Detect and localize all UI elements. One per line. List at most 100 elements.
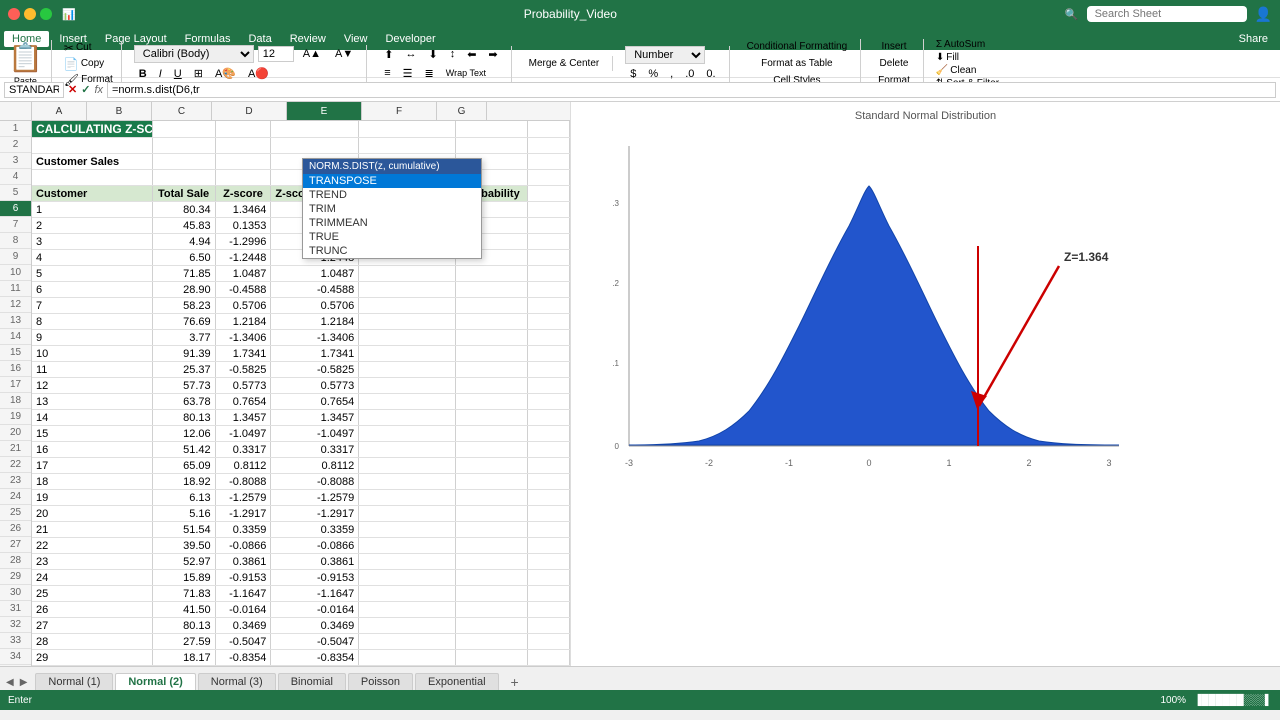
cell-a17[interactable]: 12 xyxy=(32,378,152,394)
cell-f12[interactable] xyxy=(456,298,528,314)
cell-g4[interactable] xyxy=(527,170,569,186)
cell-b6[interactable]: 80.34 xyxy=(152,202,215,218)
cell-e13[interactable] xyxy=(359,314,456,330)
tab-exponential[interactable]: Exponential xyxy=(415,673,499,690)
cell-g21[interactable] xyxy=(527,442,569,458)
wrap-text-button[interactable]: Wrap Text xyxy=(441,66,491,80)
font-color-button[interactable]: A🔴 xyxy=(243,65,274,82)
cell-f34[interactable] xyxy=(456,650,528,666)
cell-f35[interactable] xyxy=(456,666,528,667)
col-header-e[interactable]: E xyxy=(287,102,362,120)
cell-g32[interactable] xyxy=(527,618,569,634)
cell-d29[interactable]: -0.9153 xyxy=(271,570,359,586)
cell-d35[interactable]: 1.9038 xyxy=(271,666,359,667)
font-family-select[interactable]: Calibri (Body) xyxy=(134,45,254,63)
insert-cells-button[interactable]: Insert xyxy=(877,39,912,54)
tab-normal-2[interactable]: Normal (2) xyxy=(115,673,195,690)
cell-a11[interactable]: 6 xyxy=(32,282,152,298)
border-button[interactable]: ⊞ xyxy=(189,65,208,82)
cell-b20[interactable]: 12.06 xyxy=(152,426,215,442)
number-format-select[interactable]: Number xyxy=(625,46,705,64)
cell-b19[interactable]: 80.13 xyxy=(152,410,215,426)
cell-d15[interactable]: 1.7341 xyxy=(271,346,359,362)
tab-normal-1[interactable]: Normal (1) xyxy=(35,673,113,690)
cell-c6[interactable]: 1.3464 xyxy=(215,202,271,218)
cell-b7[interactable]: 45.83 xyxy=(152,218,215,234)
cell-d24[interactable]: -1.2579 xyxy=(271,490,359,506)
cell-c10[interactable]: 1.0487 xyxy=(215,266,271,282)
cell-g6[interactable] xyxy=(527,202,569,218)
cell-a6[interactable]: 1 xyxy=(32,202,152,218)
cell-a14[interactable]: 9 xyxy=(32,330,152,346)
increase-decimal-button[interactable]: .0 xyxy=(680,66,699,82)
percent-button[interactable]: $ xyxy=(625,66,641,82)
cell-f2[interactable] xyxy=(456,138,528,154)
cell-d18[interactable]: 0.7654 xyxy=(271,394,359,410)
cell-d32[interactable]: 0.3469 xyxy=(271,618,359,634)
cell-c11[interactable]: -0.4588 xyxy=(215,282,271,298)
cell-d34[interactable]: -0.8354 xyxy=(271,650,359,666)
cell-a2[interactable] xyxy=(32,138,152,154)
cell-b27[interactable]: 39.50 xyxy=(152,538,215,554)
cell-e33[interactable] xyxy=(359,634,456,650)
cell-e23[interactable] xyxy=(359,474,456,490)
cell-reference-box[interactable]: STANDAR... xyxy=(4,82,64,98)
cell-c22[interactable]: 0.8112 xyxy=(215,458,271,474)
cell-d20[interactable]: -1.0497 xyxy=(271,426,359,442)
zoom-slider[interactable]: ▐██████░░░▌ xyxy=(1194,695,1272,706)
formula-input[interactable]: =norm.s.dist(D6,tr xyxy=(107,82,1276,98)
paste-button[interactable]: 📋 xyxy=(8,41,43,74)
cell-b26[interactable]: 51.54 xyxy=(152,522,215,538)
cell-c8[interactable]: -1.2996 xyxy=(215,234,271,250)
cell-f1[interactable] xyxy=(456,121,528,138)
cell-g14[interactable] xyxy=(527,330,569,346)
cell-b12[interactable]: 58.23 xyxy=(152,298,215,314)
cell-f24[interactable] xyxy=(456,490,528,506)
cell-g19[interactable] xyxy=(527,410,569,426)
cell-f29[interactable] xyxy=(456,570,528,586)
cell-c24[interactable]: -1.2579 xyxy=(215,490,271,506)
cell-e28[interactable] xyxy=(359,554,456,570)
align-center-button[interactable]: ☰ xyxy=(398,65,418,82)
col-header-f[interactable]: F xyxy=(362,102,437,120)
cell-c14[interactable]: -1.3406 xyxy=(215,330,271,346)
autocomplete-item-trim[interactable]: TRIM xyxy=(303,202,481,216)
cell-g29[interactable] xyxy=(527,570,569,586)
align-middle-button[interactable]: ↔ xyxy=(400,46,421,63)
indent-increase-button[interactable]: ➡ xyxy=(483,46,502,63)
col-header-c[interactable]: C xyxy=(152,102,212,120)
indent-decrease-button[interactable]: ⬅ xyxy=(462,46,481,63)
cell-a21[interactable]: 16 xyxy=(32,442,152,458)
font-size-input[interactable] xyxy=(258,46,294,62)
cell-f17[interactable] xyxy=(456,378,528,394)
cell-a28[interactable]: 23 xyxy=(32,554,152,570)
cell-a35[interactable]: 30 xyxy=(32,666,152,667)
underline-button[interactable]: U xyxy=(169,66,187,82)
cell-e27[interactable] xyxy=(359,538,456,554)
cell-e25[interactable] xyxy=(359,506,456,522)
cell-c3[interactable] xyxy=(215,154,271,170)
cell-b31[interactable]: 41.50 xyxy=(152,602,215,618)
cell-d16[interactable]: -0.5825 xyxy=(271,362,359,378)
cell-g33[interactable] xyxy=(527,634,569,650)
cell-b28[interactable]: 52.97 xyxy=(152,554,215,570)
cell-g28[interactable] xyxy=(527,554,569,570)
autocomplete-dropdown[interactable]: NORM.S.DIST(z, cumulative) TRANSPOSE TRE… xyxy=(302,158,482,259)
cell-d13[interactable]: 1.2184 xyxy=(271,314,359,330)
conditional-formatting-button[interactable]: Conditional Formatting xyxy=(742,39,853,54)
cell-c7[interactable]: 0.1353 xyxy=(215,218,271,234)
cell-f13[interactable] xyxy=(456,314,528,330)
cell-e30[interactable] xyxy=(359,586,456,602)
cell-d17[interactable]: 0.5773 xyxy=(271,378,359,394)
cell-c29[interactable]: -0.9153 xyxy=(215,570,271,586)
cell-f23[interactable] xyxy=(456,474,528,490)
cell-e32[interactable] xyxy=(359,618,456,634)
col-header-g[interactable]: G xyxy=(437,102,487,120)
cell-f27[interactable] xyxy=(456,538,528,554)
cell-f31[interactable] xyxy=(456,602,528,618)
cell-f16[interactable] xyxy=(456,362,528,378)
cell-f32[interactable] xyxy=(456,618,528,634)
cell-g10[interactable] xyxy=(527,266,569,282)
cell-c32[interactable]: 0.3469 xyxy=(215,618,271,634)
tab-scroll-left[interactable]: ◀ xyxy=(4,675,16,690)
